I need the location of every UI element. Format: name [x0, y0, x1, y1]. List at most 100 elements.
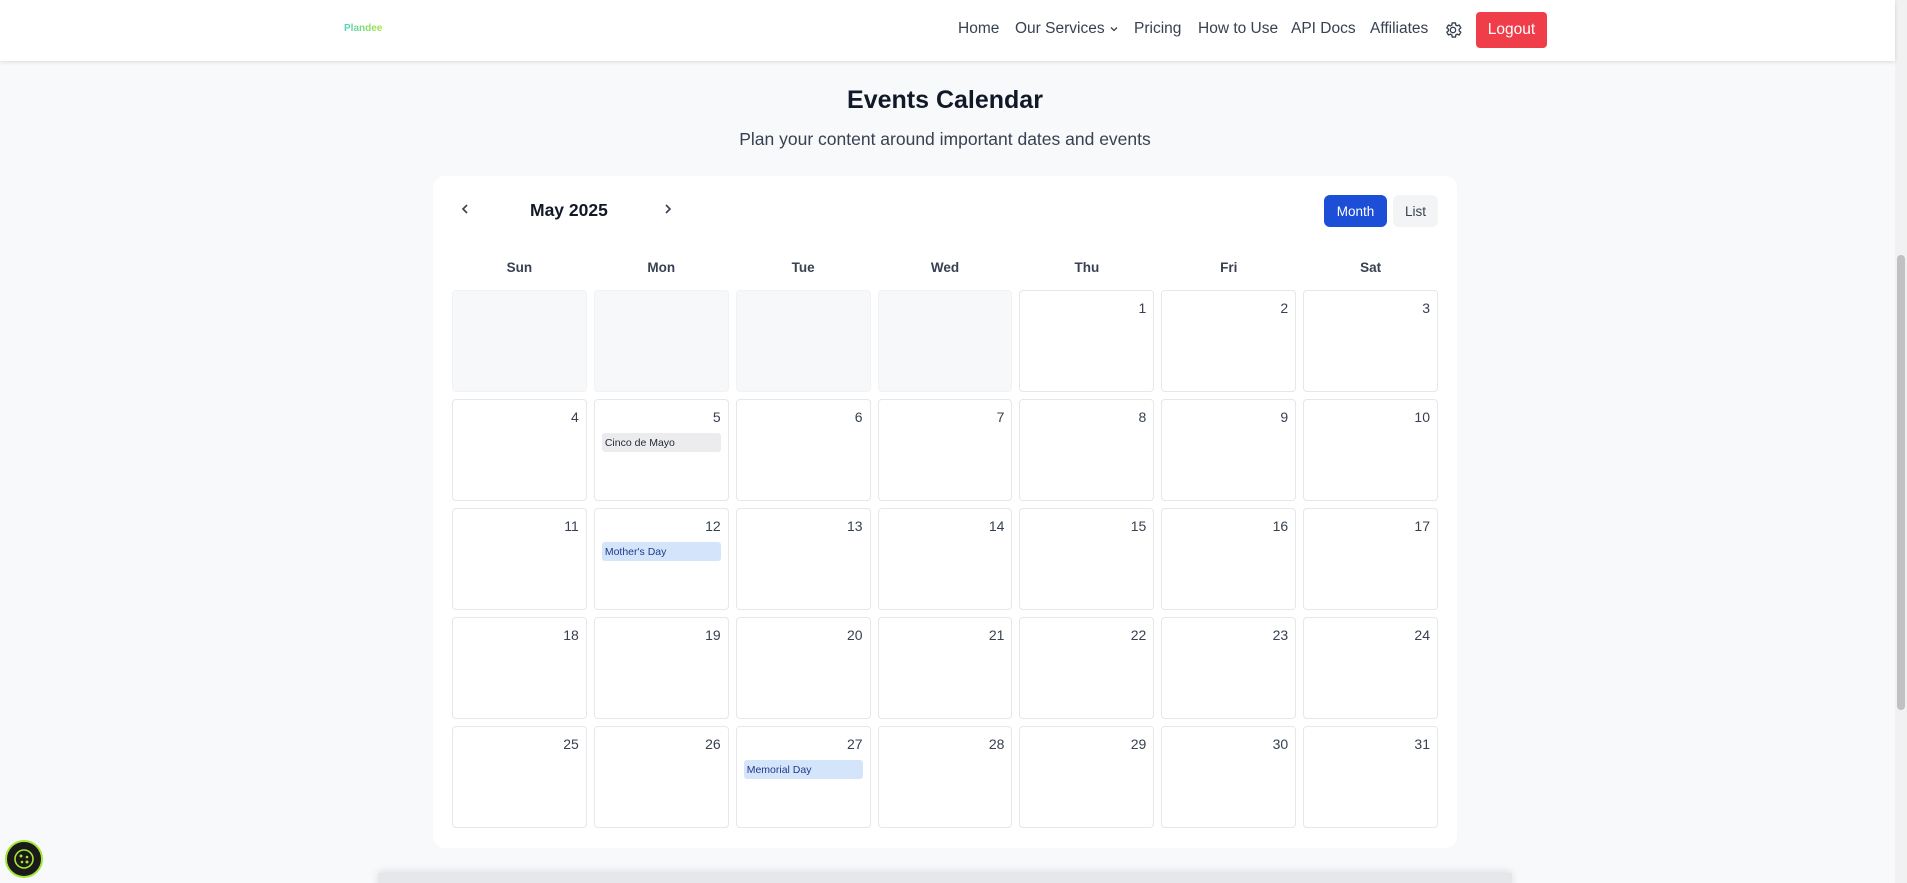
- calendar-day-cell[interactable]: 30: [1161, 726, 1297, 828]
- calendar-day-cell[interactable]: 19: [593, 617, 729, 719]
- main-nav: Home Our Services Pricing How to Use API…: [0, 0, 1895, 61]
- day-number: 1: [1138, 300, 1147, 316]
- day-number: 27: [846, 736, 863, 752]
- weekday-header-row: Sun Mon Tue Wed Thu Fri Sat: [452, 260, 1438, 280]
- day-number: 31: [1414, 736, 1430, 752]
- calendar-day-cell[interactable]: 12 Mother's Day: [593, 508, 729, 610]
- weekday-label: Fri: [1220, 260, 1238, 275]
- day-number: 14: [988, 518, 1005, 534]
- day-number: 7: [996, 409, 1005, 425]
- calendar-day-cell[interactable]: 25: [452, 726, 587, 828]
- calendar-day-empty: [877, 290, 1013, 392]
- nav-how-to-use[interactable]: How to Use: [1198, 20, 1278, 38]
- calendar-grid: 1 2 3 4 5 Cinco de Mayo 6 7 8 9 10 11 12 Mother's Day…: [452, 290, 1438, 828]
- day-number: 19: [705, 627, 721, 643]
- chevron-down-icon: [1110, 26, 1118, 32]
- calendar-day-cell[interactable]: 15: [1019, 508, 1155, 610]
- gear-icon[interactable]: [1443, 20, 1463, 40]
- calendar-day-cell[interactable]: 28: [877, 726, 1013, 828]
- calendar-card: May 2025 Month List Sun Mon Tue Wed Thu …: [433, 176, 1457, 848]
- day-number: 23: [1272, 627, 1289, 643]
- day-number: 16: [1272, 518, 1289, 534]
- calendar-day-cell[interactable]: 3: [1303, 290, 1438, 392]
- calendar-day-cell[interactable]: 21: [877, 617, 1013, 719]
- chevron-right-icon: [665, 204, 672, 214]
- calendar-day-cell[interactable]: 23: [1161, 617, 1297, 719]
- cookie-settings-button[interactable]: [5, 840, 43, 878]
- nav-our-services[interactable]: Our Services: [1015, 20, 1119, 38]
- calendar-day-cell[interactable]: 27 Memorial Day: [735, 726, 871, 828]
- list-view-button[interactable]: List: [1393, 195, 1438, 227]
- current-month-label: May 2025: [530, 200, 608, 220]
- calendar-day-cell[interactable]: 2: [1161, 290, 1297, 392]
- view-toggle: Month List: [1324, 195, 1438, 227]
- day-number: 21: [988, 627, 1005, 643]
- calendar-day-empty: [452, 290, 587, 392]
- calendar-day-cell[interactable]: 16: [1161, 508, 1297, 610]
- calendar-day-cell[interactable]: 14: [877, 508, 1013, 610]
- calendar-day-cell[interactable]: 1: [1019, 290, 1155, 392]
- top-navbar: Plandee Home Our Services Pricing How to…: [0, 0, 1895, 61]
- day-number: 9: [1280, 409, 1289, 425]
- logout-button[interactable]: Logout: [1476, 12, 1547, 48]
- day-number: 12: [705, 518, 721, 534]
- nav-affiliates[interactable]: Affiliates: [1370, 20, 1428, 38]
- day-number: 26: [705, 736, 721, 752]
- calendar-event[interactable]: Mother's Day: [601, 542, 721, 561]
- calendar-day-cell[interactable]: 4: [452, 399, 587, 501]
- day-number: 2: [1280, 300, 1289, 316]
- day-number: 13: [846, 518, 863, 534]
- weekday-label: Sat: [1360, 260, 1382, 275]
- page-title: Events Calendar: [847, 86, 1043, 114]
- day-number: 15: [1130, 518, 1147, 534]
- month-view-button[interactable]: Month: [1324, 195, 1387, 227]
- calendar-day-cell[interactable]: 13: [735, 508, 871, 610]
- calendar-day-cell[interactable]: 10: [1303, 399, 1438, 501]
- weekday-label: Wed: [930, 260, 960, 275]
- calendar-day-cell[interactable]: 29: [1019, 726, 1155, 828]
- nav-our-services-label: Our Services: [1015, 20, 1105, 37]
- cookie-icon: [14, 849, 34, 869]
- day-number: 18: [563, 627, 579, 643]
- calendar-day-cell[interactable]: 6: [735, 399, 871, 501]
- calendar-day-cell[interactable]: 5 Cinco de Mayo: [593, 399, 729, 501]
- calendar-day-cell[interactable]: 9: [1161, 399, 1297, 501]
- page-subtitle: Plan your content around important dates…: [739, 129, 1151, 149]
- day-number: 10: [1414, 409, 1430, 425]
- calendar-day-cell[interactable]: 18: [452, 617, 587, 719]
- weekday-label: Mon: [647, 260, 676, 275]
- day-number: 22: [1130, 627, 1147, 643]
- calendar-day-cell[interactable]: 22: [1019, 617, 1155, 719]
- calendar-day-cell[interactable]: 20: [735, 617, 871, 719]
- calendar-day-cell[interactable]: 8: [1019, 399, 1155, 501]
- nav-home[interactable]: Home: [958, 20, 999, 38]
- day-number: 17: [1414, 518, 1430, 534]
- calendar-event[interactable]: Memorial Day: [743, 760, 863, 779]
- calendar-day-cell[interactable]: 31: [1303, 726, 1438, 828]
- weekday-label: Tue: [791, 260, 815, 275]
- calendar-event[interactable]: Cinco de Mayo: [601, 433, 721, 452]
- page-scrollbar-thumb[interactable]: [1897, 255, 1905, 710]
- day-number: 30: [1272, 736, 1289, 752]
- weekday-label: Sun: [506, 260, 533, 275]
- calendar-day-empty: [735, 290, 871, 392]
- day-number: 6: [854, 409, 863, 425]
- prev-month-button[interactable]: [453, 197, 477, 221]
- footer-edge: [378, 873, 1512, 883]
- day-number: 24: [1414, 627, 1430, 643]
- day-number: 4: [571, 409, 579, 425]
- calendar-day-cell[interactable]: 17: [1303, 508, 1438, 610]
- nav-pricing[interactable]: Pricing: [1134, 20, 1181, 38]
- day-number: 25: [563, 736, 579, 752]
- nav-api-docs[interactable]: API Docs: [1291, 20, 1356, 38]
- calendar-day-cell[interactable]: 7: [877, 399, 1013, 501]
- calendar-day-cell[interactable]: 24: [1303, 617, 1438, 719]
- day-number: 28: [988, 736, 1005, 752]
- calendar-day-cell[interactable]: 26: [593, 726, 729, 828]
- calendar-day-cell[interactable]: 11: [452, 508, 587, 610]
- day-number: 20: [846, 627, 863, 643]
- day-number: 8: [1138, 409, 1147, 425]
- day-number: 11: [564, 518, 579, 534]
- calendar-day-empty: [593, 290, 729, 392]
- next-month-button[interactable]: [656, 197, 680, 221]
